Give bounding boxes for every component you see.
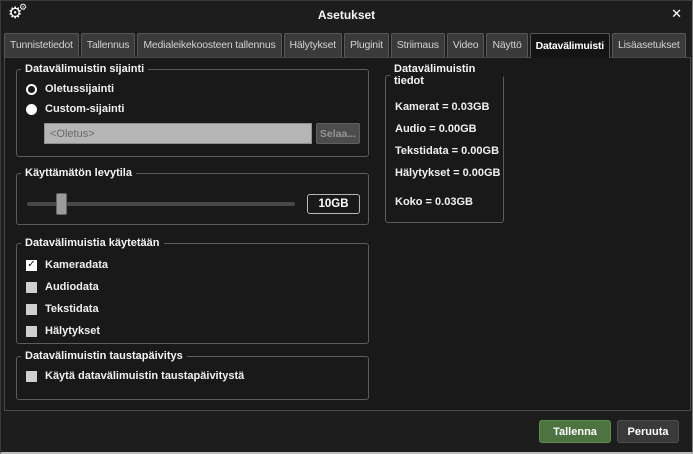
tab-medialeikekoosteen-tallennus[interactable]: Medialeikekoosteen tallennus (137, 33, 281, 57)
tab-lisaasetukset[interactable]: Lisäasetukset (612, 33, 686, 57)
group-cache-location: Datavälimuistin sijainti Oletussijainti … (16, 63, 369, 157)
tab-video[interactable]: Video (447, 33, 485, 57)
group-cache-background-update-title: Datavälimuistin taustapäivitys (21, 350, 187, 362)
checkbox-tekstidata[interactable] (26, 304, 37, 315)
checkbox-row-kameradata[interactable]: Kameradata (26, 259, 368, 271)
group-cache-location-title: Datavälimuistin sijainti (21, 63, 148, 75)
settings-dialog: ⚙ ⚙ Asetukset ✕ Tunnistetiedot Tallennus… (0, 0, 693, 454)
checkbox-row-tekstidata[interactable]: Tekstidata (26, 303, 368, 315)
info-audio: Audio = 0.00GB (395, 123, 503, 135)
group-cache-info-title: Datavälimuistin tiedot (390, 63, 503, 87)
save-button[interactable]: Tallenna (539, 420, 611, 443)
radio-row-oletussijainti[interactable]: Oletussijainti (26, 83, 368, 95)
group-unused-disk-space-title: Käyttämätön levytila (21, 167, 136, 179)
radio-custom-sijainti[interactable] (26, 104, 37, 115)
info-halytykset: Hälytykset = 0.00GB (395, 167, 503, 179)
tab-striimaus[interactable]: Striimaus (391, 33, 445, 57)
group-unused-disk-space: Käyttämätön levytila 10GB (16, 167, 369, 225)
custom-path-input[interactable] (44, 123, 312, 144)
checkbox-taustapaivitys[interactable] (26, 371, 37, 382)
checkbox-halytykset[interactable] (26, 326, 37, 337)
close-icon[interactable]: ✕ (671, 7, 682, 21)
checkbox-row-halytykset[interactable]: Hälytykset (26, 325, 368, 337)
slider-track[interactable] (27, 202, 295, 206)
info-kamerat: Kamerat = 0.03GB (395, 101, 503, 113)
checkbox-row-audiodata[interactable]: Audiodata (26, 281, 368, 293)
radio-oletussijainti[interactable] (26, 84, 37, 95)
group-cache-used-for-title: Datavälimuistia käytetään (21, 237, 164, 249)
tab-tunnistetiedot[interactable]: Tunnistetiedot (4, 33, 79, 57)
info-tekstidata: Tekstidata = 0.00GB (395, 145, 503, 157)
cancel-button[interactable]: Peruuta (617, 420, 679, 443)
checkbox-audiodata-label: Audiodata (45, 281, 99, 293)
radio-oletussijainti-label: Oletussijainti (45, 83, 114, 95)
tab-bar: Tunnistetiedot Tallennus Medialeikekoost… (4, 30, 689, 57)
checkbox-taustapaivitys-label: Käytä datavälimuistin taustapäivitystä (45, 370, 244, 382)
disk-space-slider[interactable] (27, 193, 295, 215)
tab-pluginit[interactable]: Pluginit (344, 33, 389, 57)
checkbox-kameradata-label: Kameradata (45, 259, 108, 271)
group-cache-used-for: Datavälimuistia käytetään Kameradata Aud… (16, 237, 369, 344)
checkbox-tekstidata-label: Tekstidata (45, 303, 99, 315)
checkbox-row-taustapaivitys[interactable]: Käytä datavälimuistin taustapäivitystä (26, 370, 368, 382)
checkbox-halytykset-label: Hälytykset (45, 325, 100, 337)
custom-path-row: Selaa... (44, 123, 360, 144)
group-cache-background-update: Datavälimuistin taustapäivitys Käytä dat… (16, 350, 369, 400)
info-koko: Koko = 0.03GB (395, 196, 503, 208)
titlebar: ⚙ ⚙ Asetukset ✕ (1, 1, 692, 29)
browse-button[interactable]: Selaa... (316, 123, 360, 144)
tab-halytykset[interactable]: Hälytykset (284, 33, 342, 57)
tab-page-datavalimuisti: Datavälimuistin sijainti Oletussijainti … (4, 57, 691, 411)
window-title: Asetukset (1, 8, 692, 22)
tab-datavalimuisti[interactable]: Datavälimuisti (530, 33, 610, 58)
tab-naytto[interactable]: Näyttö (486, 33, 527, 57)
group-cache-info: Datavälimuistin tiedot Kamerat = 0.03GB … (385, 63, 504, 223)
checkbox-kameradata[interactable] (26, 260, 37, 271)
disk-space-slider-row: 10GB (27, 193, 360, 215)
slider-thumb[interactable] (56, 193, 67, 215)
tab-tallennus[interactable]: Tallennus (81, 33, 136, 57)
cache-usage-checkbox-list: Kameradata Audiodata Tekstidata Hälytyks… (26, 259, 368, 337)
checkbox-audiodata[interactable] (26, 282, 37, 293)
radio-row-custom-sijainti[interactable]: Custom-sijainti (26, 103, 368, 115)
radio-custom-sijainti-label: Custom-sijainti (45, 103, 124, 115)
disk-space-value: 10GB (307, 194, 360, 214)
